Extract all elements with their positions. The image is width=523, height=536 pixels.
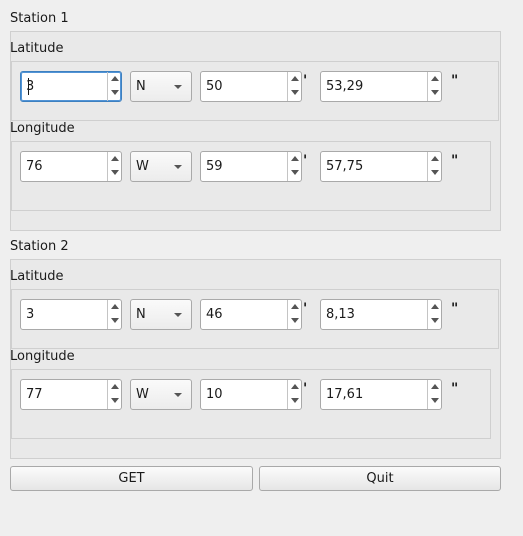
station1-lon-hemisphere-value: W [136,159,149,174]
station2-lon-degrees-value: 77 [26,387,43,402]
station2-lon-hemisphere-value: W [136,387,149,402]
station1-latitude-label: Latitude [10,41,64,56]
station2-lon-minutes-spinbox[interactable]: 10 [200,379,302,410]
station2-lon-hemisphere-combo[interactable]: W [130,379,192,410]
spin-down-arrow-icon[interactable] [428,394,441,408]
station1-lon-degrees-spinbox[interactable]: 76 [20,151,122,182]
spin-down-arrow-icon[interactable] [108,394,121,408]
station2-lat-hemisphere-value: N [136,307,146,322]
second-symbol: " [451,301,459,317]
spin-up-arrow-icon[interactable] [108,72,121,86]
minute-symbol: ' [303,301,308,317]
spin-up-arrow-icon[interactable] [428,300,441,314]
minute-symbol: ' [303,73,308,89]
quit-button[interactable]: Quit [259,466,501,491]
minute-symbol: ' [303,153,308,169]
station2-lon-degrees-spinbox[interactable]: 77 [20,379,122,410]
spin-up-arrow-icon[interactable] [288,72,301,86]
spin-down-arrow-icon[interactable] [428,166,441,180]
spin-down-arrow-icon[interactable] [428,86,441,100]
station2-lat-hemisphere-combo[interactable]: N [130,299,192,330]
spin-down-arrow-icon[interactable] [108,166,121,180]
spin-down-arrow-icon[interactable] [288,86,301,100]
station1-lon-minutes-value: 59 [206,159,223,174]
station2-longitude-label: Longitude [10,349,75,364]
station1-lat-hemisphere-value: N [136,79,146,94]
chevron-down-icon [174,85,182,89]
station2-lat-minutes-value: 46 [206,307,223,322]
spin-up-arrow-icon[interactable] [108,300,121,314]
station1-lon-seconds-value: 57,75 [326,159,364,174]
station1-title: Station 1 [10,11,69,26]
second-symbol: " [451,153,459,169]
spin-up-arrow-icon[interactable] [288,380,301,394]
station1-lat-hemisphere-combo[interactable]: N [130,71,192,102]
station1-lat-degrees-spinbox[interactable]: 3 [20,71,122,102]
station2-lat-degrees-spinbox[interactable]: 3 [20,299,122,330]
station2-lat-degrees-value: 3 [26,307,35,322]
spin-down-arrow-icon[interactable] [428,314,441,328]
get-button[interactable]: GET [10,466,253,491]
station1-lon-hemisphere-combo[interactable]: W [130,151,192,182]
spin-up-arrow-icon[interactable] [428,380,441,394]
spin-down-arrow-icon[interactable] [288,166,301,180]
station1-lat-minutes-value: 50 [206,79,223,94]
station1-lon-minutes-spinbox[interactable]: 59 [200,151,302,182]
spin-down-arrow-icon[interactable] [288,394,301,408]
station2-lat-minutes-spinbox[interactable]: 46 [200,299,302,330]
station1-lat-seconds-value: 53,29 [326,79,364,94]
minute-symbol: ' [303,381,308,397]
spin-up-arrow-icon[interactable] [428,72,441,86]
station2-lat-seconds-spinbox[interactable]: 8,13 [320,299,442,330]
spin-down-arrow-icon[interactable] [108,86,121,100]
chevron-down-icon [174,393,182,397]
spin-down-arrow-icon[interactable] [108,314,121,328]
spin-up-arrow-icon[interactable] [428,152,441,166]
spin-up-arrow-icon[interactable] [108,380,121,394]
station1-lat-seconds-spinbox[interactable]: 53,29 [320,71,442,102]
spin-down-arrow-icon[interactable] [288,314,301,328]
station1-longitude-label: Longitude [10,121,75,136]
spin-up-arrow-icon[interactable] [108,152,121,166]
station2-lon-seconds-value: 17,61 [326,387,364,402]
spin-up-arrow-icon[interactable] [288,300,301,314]
station1-lat-minutes-spinbox[interactable]: 50 [200,71,302,102]
station2-lat-seconds-value: 8,13 [326,307,355,322]
chevron-down-icon [174,313,182,317]
station2-title: Station 2 [10,239,69,254]
second-symbol: " [451,73,459,89]
text-cursor [28,78,29,95]
chevron-down-icon [174,165,182,169]
station1-lon-degrees-value: 76 [26,159,43,174]
station2-lon-minutes-value: 10 [206,387,223,402]
second-symbol: " [451,381,459,397]
station2-latitude-label: Latitude [10,269,64,284]
station2-lon-seconds-spinbox[interactable]: 17,61 [320,379,442,410]
station1-lon-seconds-spinbox[interactable]: 57,75 [320,151,442,182]
spin-up-arrow-icon[interactable] [288,152,301,166]
